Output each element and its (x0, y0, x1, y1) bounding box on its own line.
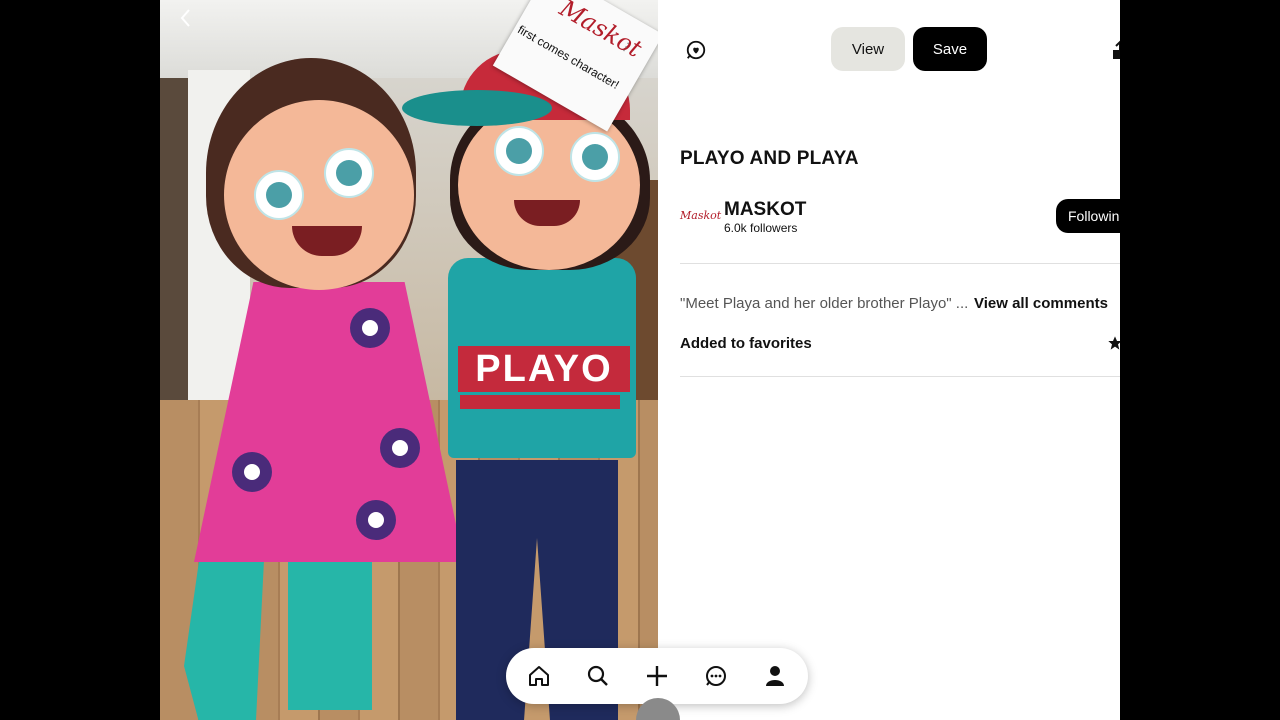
pin-title: PLAYO AND PLAYA (680, 148, 859, 169)
mascot-boy-eye (494, 126, 544, 176)
mascot-boy-eye (570, 132, 620, 182)
shirt-stripe (460, 395, 620, 409)
save-button[interactable]: Save (913, 27, 987, 71)
plus-icon[interactable] (645, 664, 669, 688)
pin-image[interactable]: PLAYO Maskot ⋮ first comes character! (160, 0, 658, 720)
creator-name[interactable]: MASKOT (724, 199, 806, 221)
mascot-girl-eye (324, 148, 374, 198)
divider (680, 376, 1120, 377)
mascot-girl-head (224, 100, 414, 290)
comment-preview: "Meet Playa and her older brother Playo"… (680, 295, 969, 312)
app-frame: PLAYO Maskot ⋮ first comes character! Vi… (160, 0, 1120, 720)
mascot-boy-cap-brim (402, 90, 552, 126)
dress-flower (350, 308, 390, 348)
following-button[interactable]: Following (1056, 199, 1120, 233)
mascot-girl-legs (288, 540, 372, 710)
dress-flower (356, 500, 396, 540)
view-all-comments-link[interactable]: View all comments (974, 295, 1108, 312)
dress-flower (380, 428, 420, 468)
shirt-text: PLAYO (458, 346, 630, 392)
home-icon[interactable] (527, 664, 551, 688)
back-arrow-icon[interactable] (174, 6, 198, 30)
heart-chat-icon[interactable] (684, 38, 708, 62)
mascot-girl-eye (254, 170, 304, 220)
star-icon[interactable] (1106, 334, 1120, 352)
pin-details-panel: View Save PLAYO AND PLAYA Maskot MASKOT … (658, 0, 1120, 720)
follower-count: 6.0k followers (724, 221, 798, 235)
divider (680, 263, 1120, 264)
messages-icon[interactable] (704, 664, 728, 688)
bottom-nav (506, 648, 808, 704)
view-button[interactable]: View (831, 27, 905, 71)
profile-icon[interactable] (763, 664, 787, 688)
dress-flower (232, 452, 272, 492)
favorites-status: Added to favorites (680, 335, 812, 352)
creator-avatar[interactable]: Maskot (680, 201, 721, 231)
share-icon[interactable] (1112, 40, 1120, 60)
search-icon[interactable] (586, 664, 610, 688)
